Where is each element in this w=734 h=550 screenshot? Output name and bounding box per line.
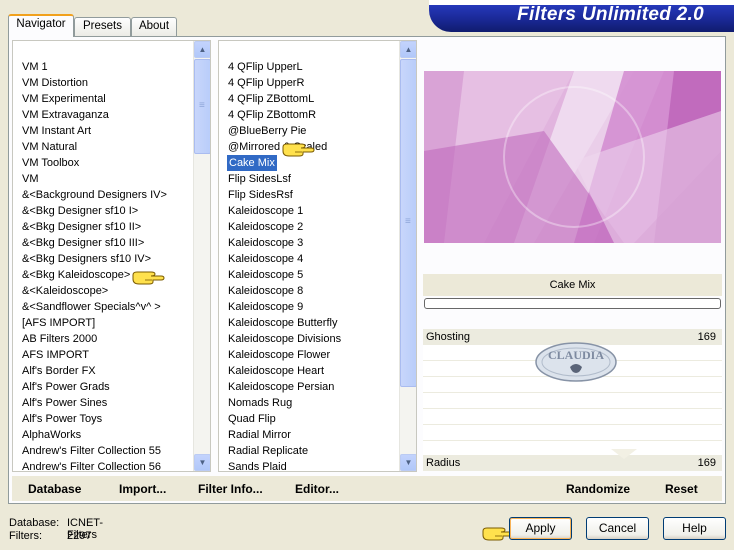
list-item[interactable]: Cake Mix [227,155,277,171]
slider-label: Radius [426,457,461,469]
list-item[interactable]: 4 QFlip UpperL [228,59,303,75]
list-item[interactable]: Kaleidoscope 1 [228,203,303,219]
list-item[interactable]: VM Toolbox [22,155,79,171]
list-item[interactable]: VM Distortion [22,75,88,91]
scroll-thumb[interactable] [194,59,210,154]
filter-list[interactable]: Swirl AwaySands PlaidRadial ReplicateRad… [218,40,417,472]
list-item[interactable]: Kaleidoscope Butterfly [228,315,337,331]
scroll-up-arrow-icon[interactable]: ▲ [400,41,416,58]
list-item[interactable]: &<Sandflower Specials^v^ > [22,299,161,315]
list-item[interactable]: Kaleidoscope Flower [228,347,330,363]
list-item[interactable]: VM [22,171,39,187]
scroll-down-arrow-icon[interactable]: ▼ [400,454,416,471]
randomize-link[interactable]: Randomize [566,482,630,496]
list-item[interactable]: &<Bkg Designers sf10 IV> [22,251,151,267]
pointing-hand-icon [132,271,165,285]
list-item[interactable]: Flip SidesRsf [228,187,293,203]
list-item[interactable]: AFS IMPORT [22,347,89,363]
database-info: Database: ICNET-Filters [9,517,103,541]
list-item[interactable]: Andrew's Filter Collection 56 [22,459,161,471]
scroll-down-arrow-icon[interactable]: ▼ [194,454,210,471]
apply-button[interactable]: Apply [509,517,572,540]
filter-preview-image [424,71,721,243]
title-banner: Filters Unlimited 2.0 [429,0,734,32]
list-item[interactable]: Kaleidoscope 4 [228,251,303,267]
list-item[interactable]: AlphaWorks [22,427,81,443]
list-item[interactable]: Quad Flip [228,411,276,427]
filters-info: Filters: 2297 [9,530,91,542]
list-item[interactable]: &<Background Designers IV> [22,187,167,203]
bottom-menu-bar: Database Import... Filter Info... Editor… [12,476,722,501]
list-item[interactable]: &<Bkg Designer sf10 III> [22,235,144,251]
list-item[interactable]: Kaleidoscope 2 [228,219,303,235]
list-item[interactable]: Kaleidoscope Heart [228,363,324,379]
cancel-button[interactable]: Cancel [586,517,649,540]
list-item[interactable]: Andrew's Filter Collection 55 [22,443,161,459]
radius-slider[interactable]: Radius 169 [423,449,722,471]
list-item[interactable]: Kaleidoscope 5 [228,267,303,283]
filters-label: Filters: [9,530,42,542]
pointing-hand-icon [282,143,315,157]
list-item[interactable]: Alf's Power Grads [22,379,110,395]
tab-navigator[interactable]: Navigator [8,14,74,37]
list-item[interactable]: Kaleidoscope 3 [228,235,303,251]
preview-filter-name: Cake Mix [423,274,722,296]
category-list[interactable]: Andrew's Filter Collection 56 Andrew's Fi… [12,40,211,472]
tab-about[interactable]: About [131,17,177,36]
progress-bar [424,298,721,309]
slider-value: 169 [697,331,716,343]
list-item[interactable]: &<Bkg Kaleidoscope> [22,267,130,283]
filters-count: 2297 [67,530,92,542]
list-item[interactable]: VM Experimental [22,91,106,107]
list-item[interactable]: Kaleidoscope Persian [228,379,334,395]
list-item[interactable]: 4 QFlip UpperR [228,75,304,91]
svg-text:CLAUDIA: CLAUDIA [548,348,604,362]
list-item[interactable]: Alf's Power Toys [22,411,102,427]
import-link[interactable]: Import... [119,482,166,496]
scroll-up-arrow-icon[interactable]: ▲ [194,41,210,58]
list-item[interactable]: Radial Replicate [228,443,308,459]
help-button[interactable]: Help [663,517,726,540]
list-item[interactable]: Alf's Power Sines [22,395,107,411]
slider-thumb[interactable] [611,449,637,459]
list-item[interactable]: VM Instant Art [22,123,91,139]
list-item[interactable]: [AFS IMPORT] [22,315,95,331]
list-item[interactable]: @BlueBerry Pie [228,123,306,139]
list-item[interactable]: &<Bkg Designer sf10 II> [22,219,141,235]
list-item[interactable]: AB Filters 2000 [22,331,97,347]
claudia-watermark-logo: CLAUDIA [535,342,617,382]
editor-link[interactable]: Editor... [295,482,339,496]
list-item[interactable]: 4 QFlip ZBottomL [228,91,314,107]
list-item[interactable]: Sands Plaid [228,459,287,471]
reset-link[interactable]: Reset [665,482,698,496]
list-item[interactable]: VM Extravaganza [22,107,109,123]
app-title: Filters Unlimited 2.0 [517,4,704,25]
list-item[interactable]: VM 1 [22,59,48,75]
list-item[interactable]: &<Bkg Designer sf10 I> [22,203,138,219]
list-item[interactable]: Alf's Border FX [22,363,96,379]
list-item[interactable]: Kaleidoscope 9 [228,299,303,315]
list-item[interactable]: Kaleidoscope Divisions [228,331,341,347]
list-item[interactable]: &<Kaleidoscope> [22,283,108,299]
tab-presets[interactable]: Presets [74,17,131,36]
database-label: Database: [9,517,60,529]
category-list-scrollbar[interactable]: ▲ ▼ [193,41,210,471]
database-link[interactable]: Database [28,482,81,496]
scroll-thumb[interactable] [400,59,416,387]
list-item[interactable]: VM Natural [22,139,77,155]
slider-label: Ghosting [426,331,471,343]
list-item[interactable]: Kaleidoscope 8 [228,283,303,299]
slider-value: 169 [697,457,716,469]
filter-info-link[interactable]: Filter Info... [198,482,263,496]
list-item[interactable]: Nomads Rug [228,395,292,411]
filter-list-scrollbar[interactable]: ▲ ▼ [399,41,416,471]
list-item[interactable]: Radial Mirror [228,427,291,443]
list-item[interactable]: 4 QFlip ZBottomR [228,107,316,123]
list-item[interactable]: Flip SidesLsf [228,171,291,187]
